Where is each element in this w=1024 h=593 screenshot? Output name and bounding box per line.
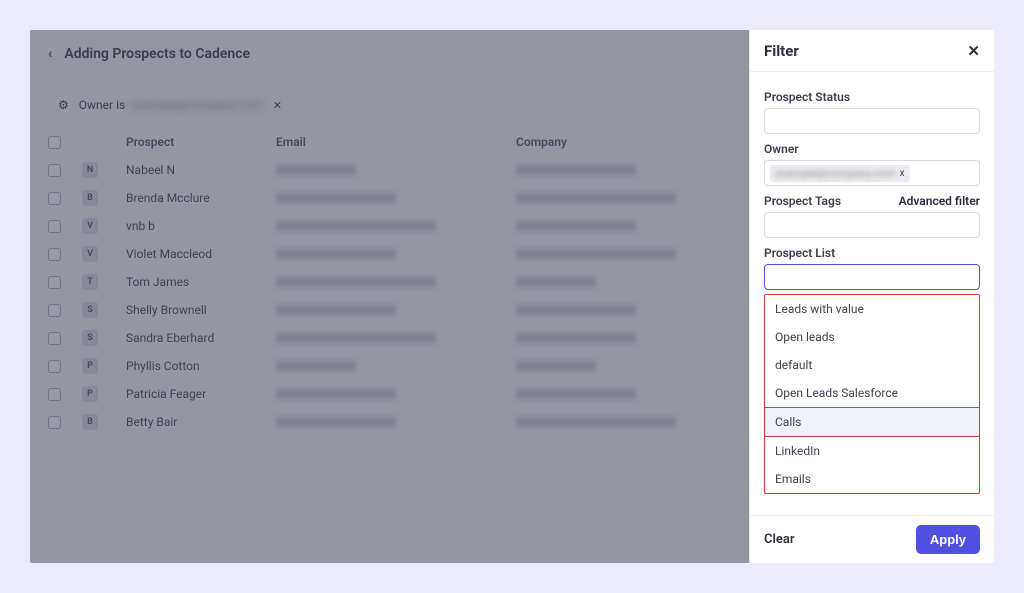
prospect-name: Phyllis Cotton: [126, 359, 276, 373]
label-prospect-list: Prospect List: [764, 246, 980, 260]
avatar: P: [82, 358, 98, 374]
company-cell: [516, 165, 636, 175]
row-checkbox[interactable]: [48, 332, 61, 345]
row-checkbox[interactable]: [48, 192, 61, 205]
row-checkbox[interactable]: [48, 164, 61, 177]
avatar: V: [82, 246, 98, 262]
prospect-list-dropdown: Leads with valueOpen leadsdefaultOpen Le…: [764, 294, 980, 494]
email-cell: [276, 277, 436, 287]
column-email: Email: [276, 135, 516, 149]
close-icon[interactable]: ✕: [967, 42, 980, 60]
company-cell: [516, 277, 596, 287]
avatar: B: [82, 414, 98, 430]
email-cell: [276, 249, 396, 259]
row-checkbox[interactable]: [48, 416, 61, 429]
prospect-list-option[interactable]: Leads with value: [765, 295, 979, 323]
row-checkbox[interactable]: [48, 360, 61, 373]
prospect-name: Sandra Eberhard: [126, 331, 276, 345]
prospect-name: Violet Maccleod: [126, 247, 276, 261]
filter-icon: ⚙: [58, 98, 69, 112]
prospect-name: Betty Bair: [126, 415, 276, 429]
prospect-list-option[interactable]: LinkedIn: [765, 436, 979, 465]
row-checkbox[interactable]: [48, 248, 61, 261]
company-cell: [516, 417, 676, 427]
company-cell: [516, 249, 676, 259]
back-icon[interactable]: ‹: [48, 46, 52, 62]
prospect-list-option[interactable]: Open Leads Salesforce: [765, 379, 979, 407]
label-prospect-tags: Prospect Tags: [764, 194, 841, 208]
apply-button[interactable]: Apply: [916, 525, 980, 554]
prospect-status-input[interactable]: [764, 108, 980, 134]
prospect-name: Shelly Brownell: [126, 303, 276, 317]
filter-chip-remove-icon[interactable]: ✕: [273, 99, 282, 112]
prospect-list-option[interactable]: Open leads: [765, 323, 979, 351]
filter-chip-value: example@company.com: [131, 98, 263, 112]
prospect-name: Patricia Feager: [126, 387, 276, 401]
filter-panel-title: Filter: [764, 42, 799, 60]
email-cell: [276, 221, 436, 231]
prospect-list-input[interactable]: [764, 264, 980, 290]
prospect-name: Nabeel N: [126, 163, 276, 177]
avatar: S: [82, 330, 98, 346]
owner-chip-remove-icon[interactable]: x: [900, 168, 905, 179]
clear-button[interactable]: Clear: [764, 532, 795, 547]
prospect-name: vnb b: [126, 219, 276, 233]
avatar: B: [82, 190, 98, 206]
advanced-filter-link[interactable]: Advanced filter: [899, 194, 980, 208]
company-cell: [516, 193, 676, 203]
page-title: Adding Prospects to Cadence: [64, 46, 250, 62]
email-cell: [276, 333, 436, 343]
prospect-tags-input[interactable]: [764, 212, 980, 238]
email-cell: [276, 361, 356, 371]
email-cell: [276, 193, 396, 203]
email-cell: [276, 389, 396, 399]
row-checkbox[interactable]: [48, 220, 61, 233]
prospect-name: Tom James: [126, 275, 276, 289]
company-cell: [516, 305, 636, 315]
owner-chip-value: example@company.com: [775, 167, 896, 180]
company-cell: [516, 221, 636, 231]
filter-chip-prefix: Owner is: [79, 98, 125, 112]
avatar: T: [82, 274, 98, 290]
select-all-checkbox[interactable]: [48, 136, 61, 149]
email-cell: [276, 305, 396, 315]
row-checkbox[interactable]: [48, 304, 61, 317]
email-cell: [276, 165, 356, 175]
prospect-list-option[interactable]: Calls: [765, 407, 979, 436]
prospect-list-option[interactable]: default: [765, 351, 979, 379]
filter-panel: Filter ✕ Prospect Status Owner example@c…: [749, 30, 994, 563]
company-cell: [516, 361, 596, 371]
row-checkbox[interactable]: [48, 276, 61, 289]
column-prospect: Prospect: [126, 135, 276, 149]
avatar: P: [82, 386, 98, 402]
label-owner: Owner: [764, 142, 980, 156]
prospect-list-option[interactable]: Emails: [765, 465, 979, 493]
avatar: N: [82, 162, 98, 178]
company-cell: [516, 333, 636, 343]
label-prospect-status: Prospect Status: [764, 90, 980, 104]
email-cell: [276, 417, 396, 427]
prospect-name: Brenda Mcclure: [126, 191, 276, 205]
owner-chip: example@company.com x: [770, 165, 910, 182]
company-cell: [516, 389, 636, 399]
avatar: V: [82, 218, 98, 234]
owner-input[interactable]: example@company.com x: [764, 160, 980, 186]
row-checkbox[interactable]: [48, 388, 61, 401]
avatar: S: [82, 302, 98, 318]
